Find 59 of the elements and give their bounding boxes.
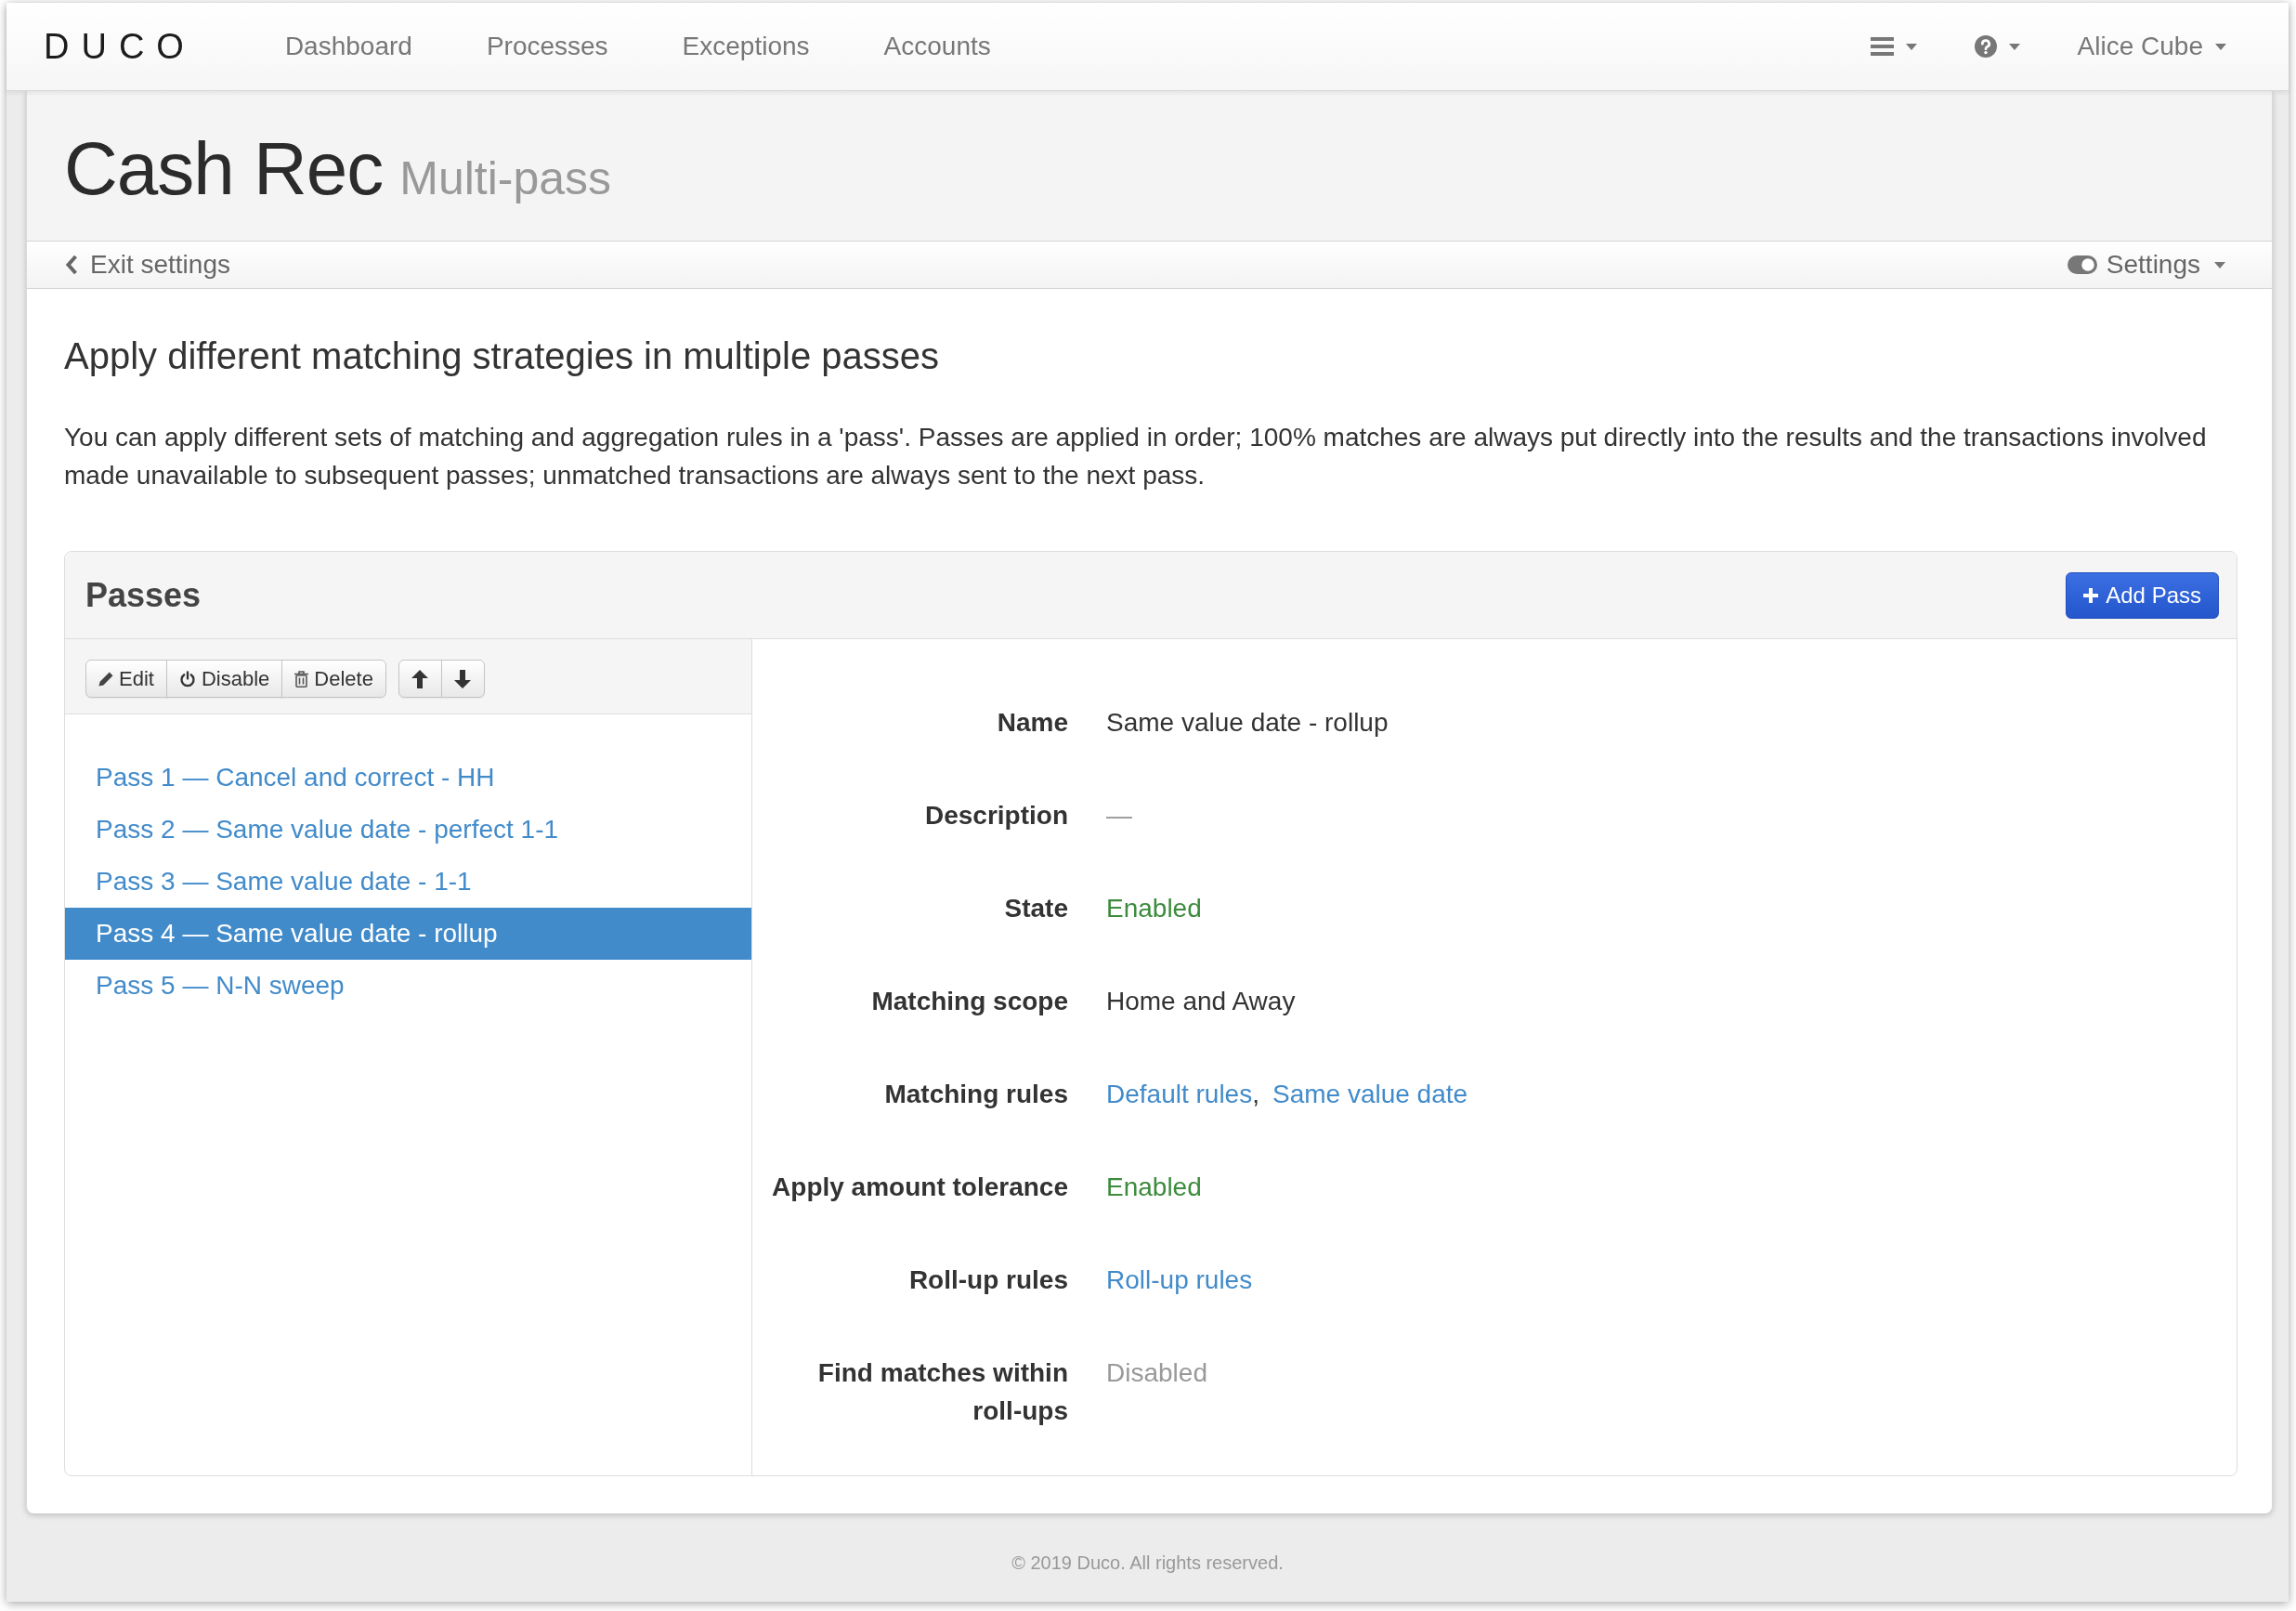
nav-link[interactable]: Accounts xyxy=(846,28,1028,65)
edit-button[interactable]: Edit xyxy=(85,660,167,698)
page-subtitle: Multi-pass xyxy=(399,152,612,204)
help-dropdown[interactable] xyxy=(1974,35,2020,58)
pass-list-item[interactable]: Pass 2 — Same value date - perfect 1-1 xyxy=(65,804,751,856)
menu-icon xyxy=(1870,37,1894,56)
disable-button[interactable]: Disable xyxy=(165,660,283,698)
caret-icon xyxy=(2215,43,2226,50)
field-value: Disabled xyxy=(1106,1357,1207,1389)
list-separator: , xyxy=(1252,1079,1259,1110)
value-link[interactable]: Same value date xyxy=(1272,1075,1468,1113)
move-down-button[interactable] xyxy=(440,660,485,698)
caret-icon xyxy=(2214,261,2225,268)
pass-list-item[interactable]: Pass 4 — Same value date - rollup xyxy=(65,908,751,960)
value-link[interactable]: Roll-up rules xyxy=(1106,1261,1253,1299)
field-value: Home and Away xyxy=(1106,986,1296,1017)
field-label: Description xyxy=(923,800,1068,832)
arrow-down-icon xyxy=(454,669,472,688)
status-value: Enabled xyxy=(1106,893,1202,924)
caret-icon xyxy=(1905,43,1917,50)
pass-list-item[interactable]: Pass 5 — N-N sweep xyxy=(65,960,751,1012)
caret-icon xyxy=(2008,43,2020,50)
status-value: Enabled xyxy=(1106,1172,1202,1203)
field-value: — xyxy=(1106,800,1132,832)
nav-link[interactable]: Processes xyxy=(449,28,646,65)
field-label: Find matches within roll-ups xyxy=(816,1357,1068,1427)
pass-list-item[interactable]: Pass 1 — Cancel and correct - HH xyxy=(65,752,751,804)
field-label: State xyxy=(1003,893,1068,924)
menu-dropdown[interactable] xyxy=(1870,37,1917,56)
user-menu[interactable]: Alice Cube xyxy=(2077,28,2226,65)
delete-button[interactable]: Delete xyxy=(281,660,386,698)
toggle-icon xyxy=(2067,255,2097,274)
move-up-button[interactable] xyxy=(398,660,442,698)
pass-list-item[interactable]: Pass 3 — Same value date - 1-1 xyxy=(65,856,751,908)
add-pass-button[interactable]: Add Pass xyxy=(2066,571,2219,619)
field-label: Name xyxy=(996,707,1068,739)
pencil-icon xyxy=(98,671,113,687)
arrow-up-icon xyxy=(411,669,429,688)
field-label: Roll-up rules xyxy=(907,1264,1068,1296)
section-heading: Apply different matching strategies in multiple passes xyxy=(64,335,940,376)
nav-link[interactable]: Dashboard xyxy=(247,28,450,65)
page-title: Cash Rec xyxy=(64,127,384,210)
help-icon xyxy=(1974,35,1997,58)
intro-paragraph: You can apply different sets of matching and aggregation rules in a 'pass'. Passes are applied in order; 100% matches are always put directly into the results and the transactions involved made unavailable to subsequent passes; unmatched transactions are always sent to the next pass. xyxy=(64,422,2208,491)
copyright-text: © 2019 Duco. All rights reserved. xyxy=(1011,1551,1284,1575)
chevron-left-icon xyxy=(65,255,78,275)
plus-icon xyxy=(2083,587,2099,603)
field-value: Same value date - rollup xyxy=(1106,707,1389,739)
panel-title: Passes xyxy=(85,574,202,616)
value-link[interactable]: Default rules xyxy=(1106,1075,1253,1113)
logo-wordmark[interactable]: DUCO xyxy=(44,29,196,64)
power-icon xyxy=(178,670,196,688)
field-label: Apply amount tolerance xyxy=(771,1172,1068,1203)
nav-link[interactable]: Exceptions xyxy=(645,28,847,65)
exit-settings-link[interactable]: Exit settings xyxy=(65,246,230,283)
trash-icon xyxy=(294,670,309,688)
field-label: Matching scope xyxy=(870,986,1068,1017)
settings-dropdown[interactable]: Settings xyxy=(2067,246,2225,283)
field-label: Matching rules xyxy=(883,1079,1068,1110)
